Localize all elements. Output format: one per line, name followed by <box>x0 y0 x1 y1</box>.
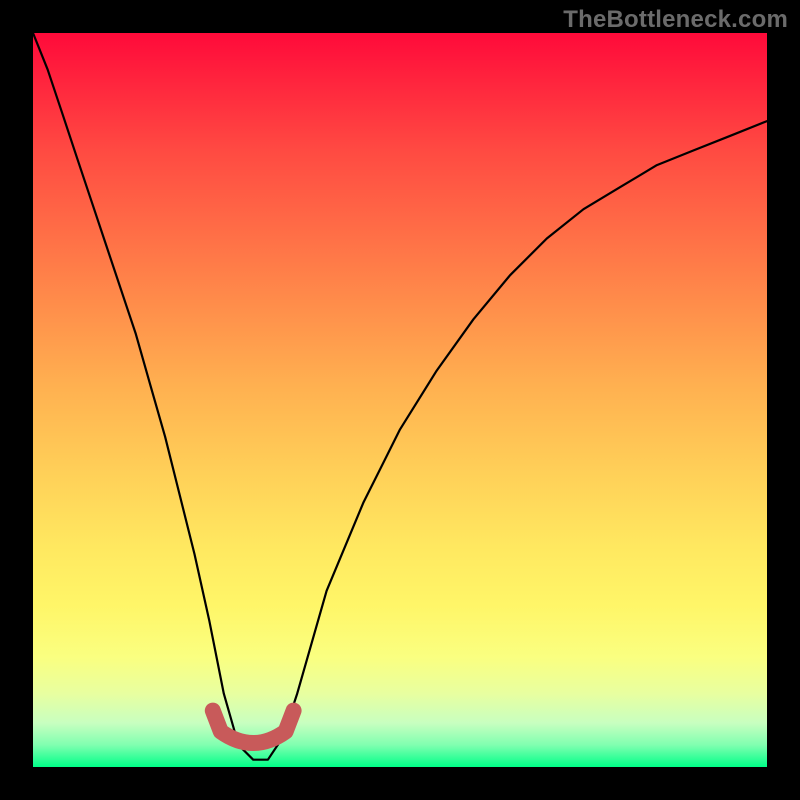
plot-area <box>33 33 767 767</box>
frame: TheBottleneck.com <box>0 0 800 800</box>
vertex-highlight <box>213 711 294 743</box>
watermark-text: TheBottleneck.com <box>563 6 788 34</box>
curve-main <box>33 33 767 760</box>
chart-svg <box>33 33 767 767</box>
